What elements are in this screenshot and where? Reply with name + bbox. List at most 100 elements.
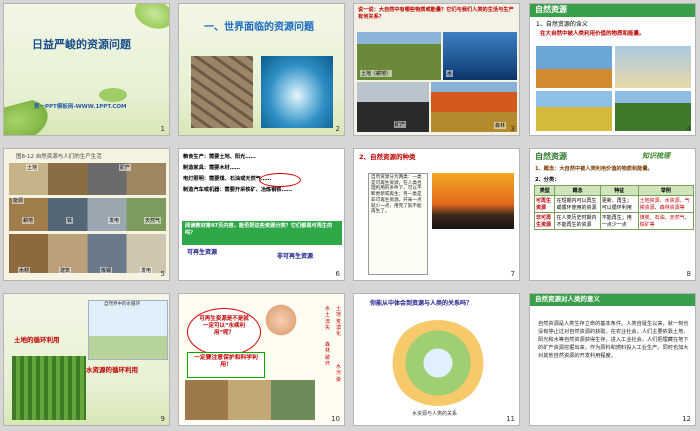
slide-number: 7 [510,270,515,278]
slide-10[interactable]: 可再生资源是不是就一定可以“永续利用”呢？ 一定要注意保护和科学利用！ 水土流失… [178,293,345,426]
trees-image [615,91,691,131]
slide-3-question: 说一说：大自然中有哪些物质或能量？它们与我们人类的生活与生产有何关系？ [358,7,514,20]
table-row: 非可再生资源 在人类历史时期内不能再生的资源 不能再生；用一点少一点 煤炭、石油… [533,212,695,230]
label-land: 土地 [26,164,39,171]
th-feature: 特征 [599,185,639,196]
slide-7-body: 自然资源分为两类：一类是可再生资源，在人类合理利用的条件下，可以不断更新或再生；… [371,175,422,215]
mine-image [357,82,429,132]
slide-11-caption: 水资源与人类的关系 [412,411,458,417]
label-water: 水 [446,70,454,77]
water-cycle-title: 自然界中的水循环 [104,302,140,307]
bubble-text: 可再生资源是不是就一定可以“永续利用”呢？ [199,316,249,336]
slide-2-title: 一、世界面临的资源问题 [204,22,314,33]
label-farming: 耕地 [22,217,35,224]
field-image [536,91,612,131]
label-mine: 矿产 [394,121,407,128]
label-mineral: 矿产 [119,164,132,171]
slide-7-header: 2、自然资源的种类 [359,153,416,161]
cell-feature: 不能再生；用一点少一点 [599,212,639,230]
slide-11[interactable]: 你能从中体会到资源与人类的关系吗？ 水资源与人类的关系 11 [353,293,520,426]
label-wood: 木材 [18,267,31,274]
water-image [443,32,517,80]
slide-7[interactable]: 2、自然资源的种类 自然资源分为两类：一类是可再生资源，在人类合理利用的条件下，… [353,148,520,281]
label-building: 建筑 [59,267,72,274]
label-gas: 天然气 [144,217,162,224]
baby-image [263,304,299,344]
slide-1-subtitle: 第一PPT模板网-WWW.1PPT.COM [34,104,127,110]
slide-number: 3 [510,125,515,133]
nonrenewable-label: 非可再生资源 [277,253,314,260]
slide-8[interactable]: 自然资源 知识梳理 1、概念：大自然中被人类利用价值的物质和能量。 2、分类： … [529,148,696,281]
slide-number: 10 [331,415,340,423]
slide-number: 9 [160,415,165,423]
cell-example: 土地资源、水资源、气候资源、森林资源等 [637,195,695,213]
label-forest: 森林 [494,122,507,129]
wind-turbine-image [615,46,691,88]
slide-8-header: 自然资源 [535,152,567,161]
slogan-text: 一定要注意保护和科学利用！ [194,355,258,369]
label-power: 发电 [108,217,121,224]
slide-6-note: 阅读教材第97页内容，能否把这些资源分类？它们都是可再生的吗？ [185,223,333,236]
cracked-earth-image [191,56,253,128]
slide-number: 5 [160,270,165,278]
slide-8-point2: 2、分类： [535,177,560,183]
slide-11-question: 你能从中体会到资源与人类的关系吗？ [370,300,473,307]
slide-1[interactable]: 日益严峻的资源问题 第一PPT模板网-WWW.1PPT.COM 1 [3,3,170,136]
renewable-label: 可再生资源 [187,249,218,256]
slide-number: 2 [335,125,340,133]
damage-photos [185,380,315,420]
slide-6-line-3: 电灯照明：需要煤、石油或天然气…… [183,176,272,182]
slide-12-body: 自然资源是人类生存立命的基本条件。人类自诞生以来，就一刻也没有停止过对自然资源的… [538,321,689,360]
water-cycle-label: 水资源的循环利用 [86,366,138,374]
cell-concept: 在人类历史时期内不能再生的资源 [554,212,601,230]
water-cycle-diagram [88,300,168,360]
cell-type: 非可再生资源 [533,212,556,230]
slide-2[interactable]: 一、世界面临的资源问题 2 [178,3,345,136]
slide-number: 12 [682,415,691,423]
crop-field-image [12,356,86,420]
slide-number: 1 [160,125,165,133]
label-power-2: 发电 [140,267,153,274]
slide-4-header: 自然资源 [535,5,567,14]
slide-5[interactable]: 图8-12 自然资源与人们的生产生活 土地 矿产 能源 耕地 铁 发电 天然气 … [3,148,170,281]
cell-feature: 更新、再生；可以循环利用 [599,195,639,213]
slide-1-title: 日益严峻的资源问题 [32,38,131,51]
slide-5-caption: 图8-12 自然资源与人们的生产生活 [16,154,102,160]
slide-6-line-4: 制造汽车或机器：需要开采铁矿、冶炼钢铁…… [183,187,292,193]
land-cycle-label: 土地的循环利用 [14,336,60,344]
slide-number: 4 [686,125,691,133]
slide-12[interactable]: 自然资源对人类的意义 自然资源是人类生存立命的基本条件。人类自诞生以来，就一刻也… [529,293,696,426]
slide-4-definition: 在大自然中被人类利用价值的物质和能量。 [540,31,645,37]
label-farmland: 土地（耕地） [360,70,393,77]
slide-9[interactable]: 自然界中的水循环 土地的循环利用 水资源的循环利用 9 [3,293,170,426]
slide-12-header: 自然资源对人类的意义 [535,295,600,303]
lotus-leaf-icon [99,88,127,102]
ellipse-mark [259,173,301,187]
slide-8-point1: 1、概念：大自然中被人类利用价值的物质和能量。 [535,166,653,172]
th-concept: 概念 [554,185,601,196]
cell-concept: 在短期内可以再生或循环使用的资源 [554,195,601,213]
slide-4[interactable]: 自然资源 1、自然资源的含义 在大自然中被人类利用价值的物质和能量。 4 [529,3,696,136]
knowledge-badge: 知识梳理 [642,152,670,160]
side-label-4: 水污染 [336,364,342,383]
slide-6-line-2: 制造家具：需要木材…… [183,165,241,171]
side-label-3: 土地荒漠化 [336,306,342,337]
cell-example: 煤炭、石油、天然气、铁矿等 [637,212,695,230]
water-drop-image [261,56,333,128]
slide-number: 11 [506,415,515,423]
label-steel: 炼钢 [100,267,113,274]
oil-field-sunset-image [432,173,514,229]
slide-4-point1: 1、自然资源的含义 [536,21,588,28]
slide-number: 8 [686,270,691,278]
slide-3[interactable]: 说一说：大自然中有哪些物质或能量？它们与我们人类的生活与生产有何关系？ 土地（耕… [353,3,520,136]
slide-6-line-1: 粮食生产：需要土地、阳光…… [183,154,256,160]
th-type: 类型 [533,185,556,196]
table-row: 可再生资源 在短期内可以再生或循环使用的资源 更新、再生；可以循环利用 土地资源… [533,195,695,213]
label-energy: 能源 [12,197,25,204]
slide-6[interactable]: 粮食生产：需要土地、阳光…… 制造家具：需要木材…… 电灯照明：需要煤、石油或天… [178,148,345,281]
side-label-1: 水土流失 [325,306,331,331]
oil-pump-image [536,46,612,88]
th-example: 举例 [637,185,695,196]
water-relation-diagram [390,320,486,406]
resource-type-table: 类型 概念 特征 举例 可再生资源 在短期内可以再生或循环使用的资源 更新、再生… [533,185,695,230]
